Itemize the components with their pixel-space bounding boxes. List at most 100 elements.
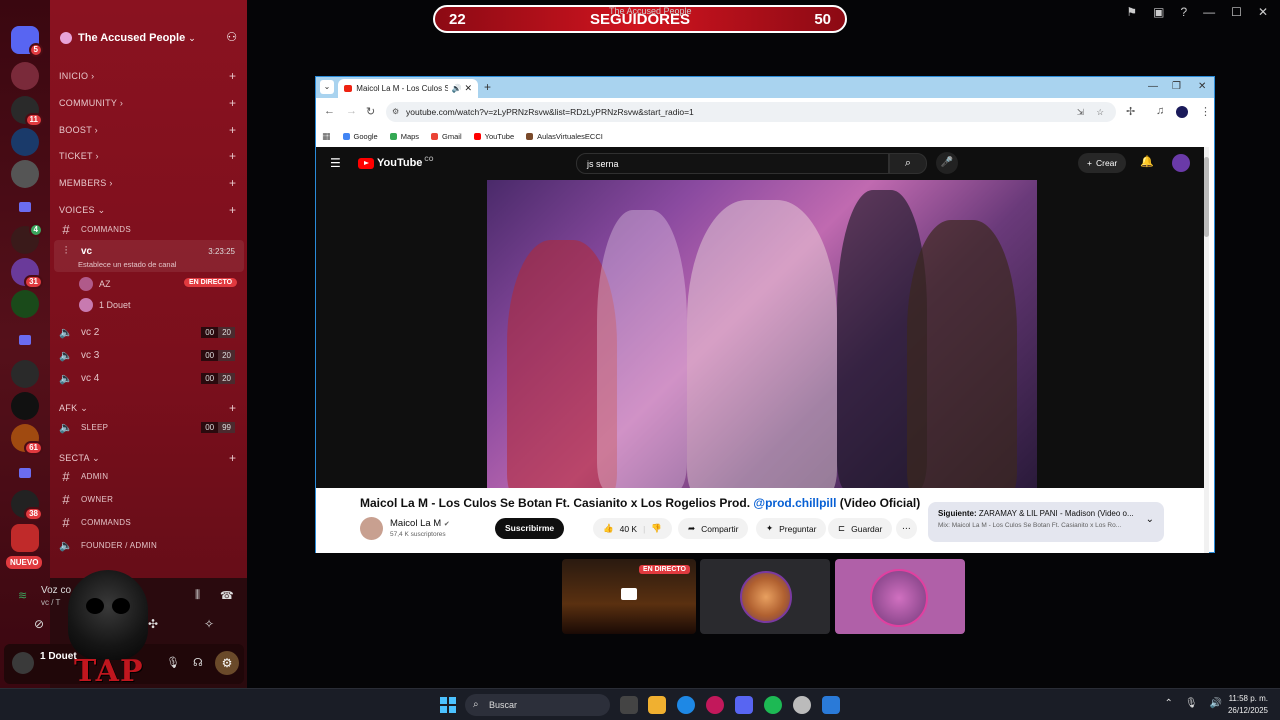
microphone-icon[interactable]: 🎙: [1185, 698, 1198, 709]
minimize-icon[interactable]: —: [1148, 81, 1158, 92]
more-actions-button[interactable]: ⋯: [896, 518, 917, 539]
minimize-icon[interactable]: —: [1203, 5, 1215, 19]
voice-user[interactable]: 1 Douet: [79, 298, 131, 312]
task-view-icon[interactable]: [620, 696, 638, 714]
voice-channel-vc4[interactable]: 🔈 vc 4 00 20: [59, 368, 241, 388]
category-inicio[interactable]: INICIO › +: [59, 69, 236, 83]
bookmark-youtube[interactable]: YouTube: [473, 132, 514, 141]
site-info-icon[interactable]: ⚙: [392, 102, 399, 122]
like-count[interactable]: 40 K: [620, 524, 638, 534]
install-icon[interactable]: ⇲: [1077, 102, 1084, 122]
server-icon[interactable]: 31: [11, 258, 43, 289]
clock[interactable]: 11:58 p. m. 26/12/2025: [1228, 693, 1268, 717]
channel-status-prompt[interactable]: Establece un estado de canal: [78, 260, 176, 269]
add-channel-icon[interactable]: +: [229, 203, 236, 217]
avatar[interactable]: [12, 652, 34, 674]
subscribe-button[interactable]: Suscribirme: [495, 518, 565, 539]
category-community[interactable]: COMMUNITY › +: [59, 96, 236, 110]
server-header[interactable]: The Accused People ⌄ ⚇: [50, 24, 247, 52]
forward-icon[interactable]: →: [346, 105, 357, 117]
bookmark-maps[interactable]: Maps: [389, 132, 419, 141]
category-members[interactable]: MEMBERS › +: [59, 176, 236, 190]
thumbs-down-icon[interactable]: 👎: [651, 523, 662, 534]
chrome-icon[interactable]: [793, 696, 811, 714]
taskbar-search[interactable]: ⌕ Buscar: [465, 694, 610, 716]
category-voices[interactable]: VOICES ⌄ +: [59, 203, 236, 217]
scrollbar[interactable]: [1204, 147, 1209, 553]
channel-commands[interactable]: # COMMANDS: [59, 219, 241, 239]
category-boost[interactable]: BOOST › +: [59, 123, 236, 137]
profile-avatar[interactable]: [1176, 106, 1188, 118]
folder-icon[interactable]: [19, 468, 31, 478]
server-icon[interactable]: [11, 62, 39, 90]
share-button[interactable]: ➦ Compartir: [678, 518, 749, 539]
folder-icon[interactable]: [19, 335, 31, 345]
spotify-icon[interactable]: [764, 696, 782, 714]
account-avatar[interactable]: [1172, 154, 1190, 172]
channel-name[interactable]: Maicol La M ✔: [390, 518, 450, 529]
participant-tile[interactable]: [835, 559, 965, 634]
maximize-icon[interactable]: ☐: [1231, 5, 1242, 19]
close-icon[interactable]: ✕: [1198, 81, 1206, 92]
add-channel-icon[interactable]: +: [229, 451, 236, 465]
voice-user[interactable]: AZ: [79, 277, 111, 291]
server-icon[interactable]: 61: [11, 424, 43, 455]
scrollbar-thumb[interactable]: [1204, 157, 1209, 237]
channel-commands-secta[interactable]: # COMMANDS: [59, 512, 241, 532]
voice-channel-sleep[interactable]: 🔈 SLEEP 00 99: [59, 417, 241, 437]
voice-search-icon[interactable]: 🎤: [936, 152, 958, 174]
bookmark-aulas[interactable]: AulasVirtualesECCI: [526, 132, 603, 141]
add-channel-icon[interactable]: +: [229, 96, 236, 110]
reload-icon[interactable]: ↻: [366, 105, 375, 118]
voice-channel-founder-admin[interactable]: 🔈 FOUNDER / ADMIN: [59, 535, 241, 555]
add-channel-icon[interactable]: +: [229, 149, 236, 163]
add-channel-icon[interactable]: +: [229, 401, 236, 415]
inbox-icon[interactable]: ▣: [1153, 5, 1164, 19]
server-icon[interactable]: [11, 524, 39, 552]
category-ticket[interactable]: TICKET › +: [59, 149, 236, 163]
save-button[interactable]: ⊏ Guardar: [828, 518, 893, 539]
volume-icon[interactable]: 🔊: [1210, 698, 1222, 709]
category-afk[interactable]: AFK ⌄ +: [59, 401, 236, 415]
extensions-icon[interactable]: ✢: [1126, 105, 1135, 118]
chevron-up-icon[interactable]: ⌃: [1164, 698, 1172, 709]
discord-home-icon[interactable]: 5: [11, 26, 43, 57]
microphone-icon[interactable]: 🎙: [166, 656, 180, 669]
voice-channel-vc2[interactable]: 🔈 vc 2 00 20: [59, 322, 241, 342]
voice-channel-path[interactable]: vc / T: [41, 598, 60, 607]
add-channel-icon[interactable]: +: [229, 123, 236, 137]
voice-channel-vc3[interactable]: 🔈 vc 3 00 20: [59, 345, 241, 365]
voice-channel-vc[interactable]: ⫶ vc 3:23:25: [59, 241, 241, 261]
file-explorer-icon[interactable]: [648, 696, 666, 714]
browser-tab[interactable]: Maicol La M - Los Culos Se 🔊 ✕: [338, 79, 478, 98]
headphones-icon[interactable]: ☊: [193, 656, 203, 669]
video-player[interactable]: [487, 180, 1037, 488]
bookmark-star-icon[interactable]: ☆: [1096, 102, 1104, 122]
discord-icon[interactable]: [735, 696, 753, 714]
server-icon[interactable]: 38: [11, 490, 43, 521]
media-control-icon[interactable]: ♫: [1156, 105, 1164, 117]
app-icon[interactable]: [822, 696, 840, 714]
opera-icon[interactable]: [706, 696, 724, 714]
server-icon[interactable]: [11, 392, 39, 420]
camera-off-icon[interactable]: ⊘: [34, 617, 44, 631]
server-icon[interactable]: [11, 360, 39, 388]
category-secta[interactable]: SECTA ⌄ +: [59, 451, 236, 465]
stream-tile[interactable]: EN DIRECTO: [562, 559, 696, 634]
soundboard-icon[interactable]: ✧: [204, 617, 214, 631]
noise-suppression-icon[interactable]: ⫼: [195, 589, 200, 602]
thumbs-up-icon[interactable]: 👍: [603, 523, 614, 534]
add-channel-icon[interactable]: +: [229, 69, 236, 83]
server-icon[interactable]: [11, 128, 39, 156]
folder-icon[interactable]: [19, 202, 31, 212]
server-icon[interactable]: 4: [11, 223, 43, 254]
producer-link[interactable]: @prod.chillpill: [753, 496, 836, 510]
up-next-card[interactable]: Siguiente: ZARAMAY & LIL PANI - Madison …: [928, 502, 1164, 542]
channel-owner[interactable]: # OWNER: [59, 489, 241, 509]
bookmark-gmail[interactable]: Gmail: [431, 132, 462, 141]
search-input[interactable]: js serna: [576, 153, 889, 174]
tab-search-icon[interactable]: ⌄: [320, 80, 334, 94]
close-icon[interactable]: ✕: [1258, 5, 1268, 19]
settings-gear-icon[interactable]: ⚙: [215, 651, 239, 675]
server-icon[interactable]: [11, 160, 39, 188]
